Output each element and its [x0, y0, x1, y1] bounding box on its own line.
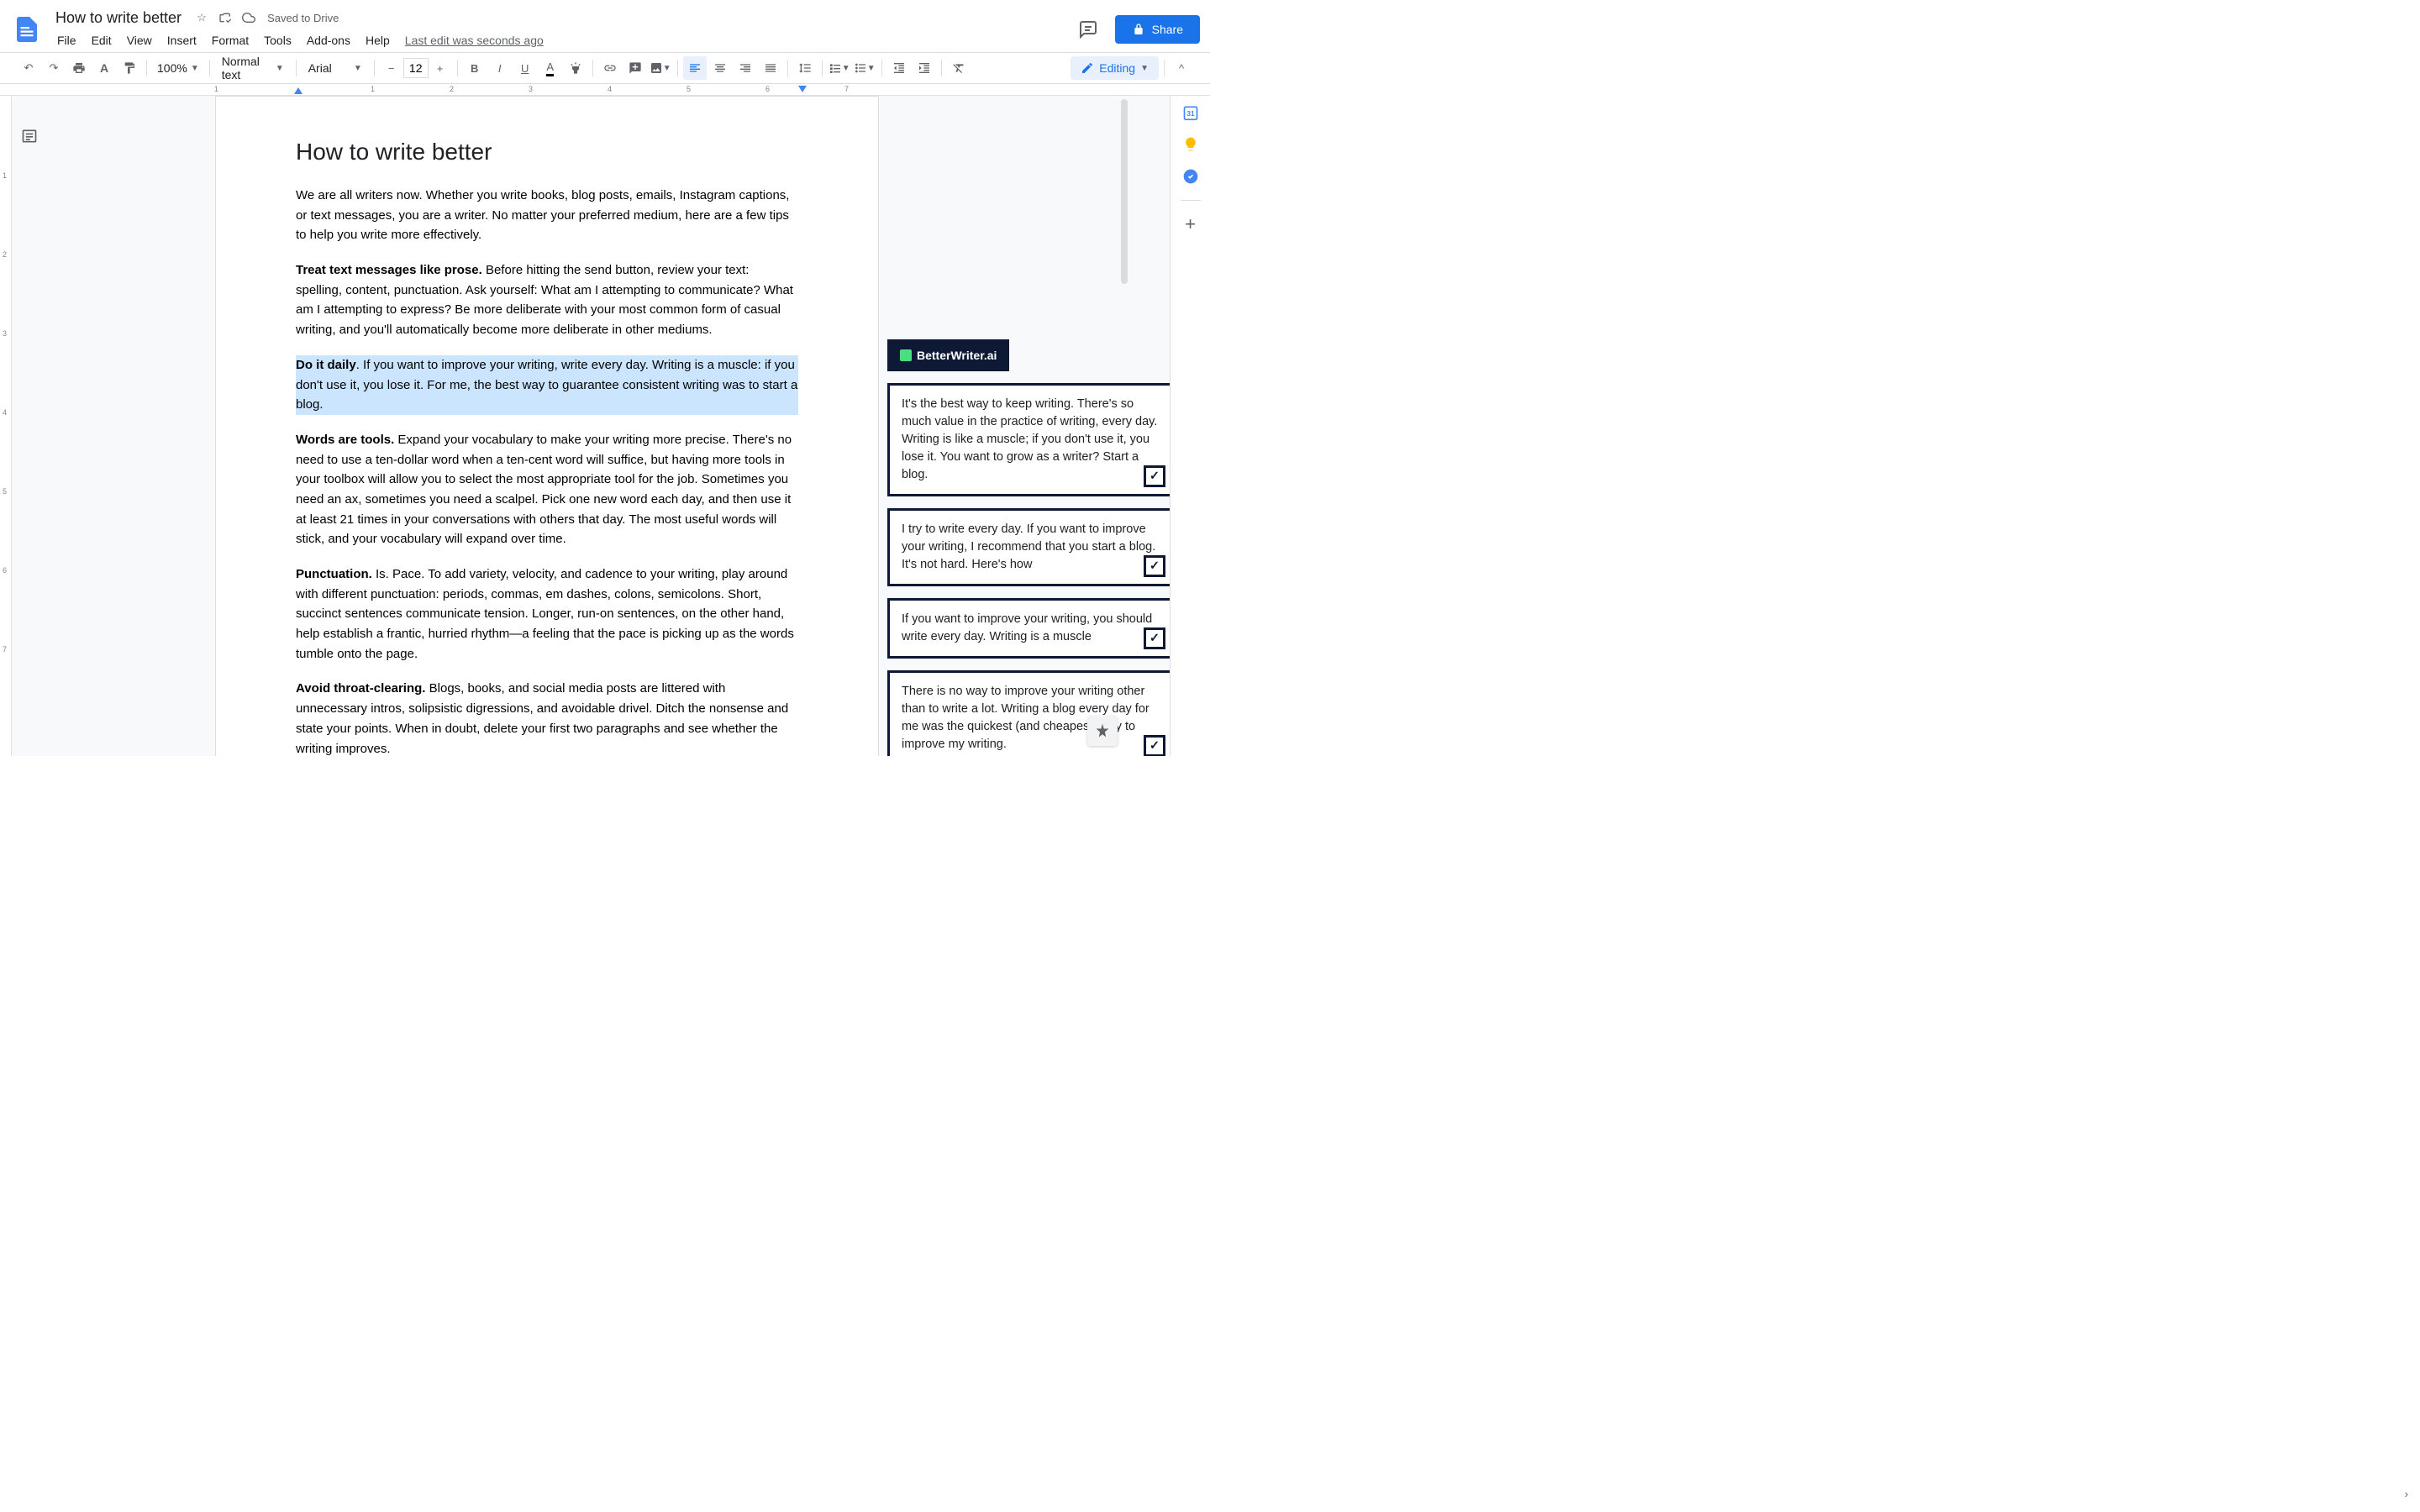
insert-image-button[interactable]: ▼ [649, 56, 672, 80]
align-left-button[interactable] [683, 56, 707, 80]
menu-insert[interactable]: Insert [160, 30, 203, 50]
align-justify-button[interactable] [759, 56, 782, 80]
link-button[interactable] [598, 56, 622, 80]
collapse-toolbar-button[interactable]: ^ [1170, 56, 1193, 80]
document-canvas[interactable]: How to write better We are all writers n… [47, 96, 1170, 756]
print-button[interactable] [67, 56, 91, 80]
add-comment-button[interactable] [623, 56, 647, 80]
zoom-select[interactable]: 100%▼ [152, 61, 204, 75]
doc-paragraph[interactable]: Punctuation. Is. Pace. To add variety, v… [296, 564, 798, 664]
chevron-down-icon: ▼ [663, 64, 671, 73]
paint-format-button[interactable] [118, 56, 141, 80]
doc-paragraph[interactable]: Treat text messages like prose. Before h… [296, 260, 798, 340]
chevron-down-icon: ▼ [276, 64, 284, 73]
font-size-input[interactable] [403, 58, 429, 78]
undo-button[interactable]: ↶ [17, 56, 40, 80]
italic-button[interactable]: I [488, 56, 512, 80]
chevron-down-icon: ▼ [354, 64, 362, 73]
align-center-button[interactable] [708, 56, 732, 80]
menu-file[interactable]: File [50, 30, 83, 50]
doc-paragraph[interactable]: Avoid throat-clearing. Blogs, books, and… [296, 679, 798, 756]
menu-view[interactable]: View [120, 30, 159, 50]
share-button[interactable]: Share [1115, 15, 1200, 44]
svg-text:31: 31 [1186, 109, 1195, 118]
tasks-addon-icon[interactable] [1182, 168, 1199, 185]
menu-format[interactable]: Format [205, 30, 255, 50]
spellcheck-button[interactable]: A [92, 56, 116, 80]
chevron-down-icon: ▼ [191, 64, 199, 73]
doc-heading[interactable]: How to write better [296, 139, 798, 165]
document-title[interactable]: How to write better [50, 8, 187, 29]
increase-indent-button[interactable] [913, 56, 936, 80]
font-select[interactable]: Arial▼ [302, 61, 369, 75]
calendar-addon-icon[interactable]: 31 [1182, 104, 1199, 121]
text-color-button[interactable]: A [539, 56, 562, 80]
clear-formatting-button[interactable] [947, 56, 971, 80]
vertical-ruler[interactable]: 1 2 3 4 5 6 7 [0, 96, 12, 756]
paragraph-style-select[interactable]: Normal text▼ [215, 55, 291, 81]
header-bar: How to write better ☆ Saved to Drive Fil… [0, 0, 1210, 52]
accept-suggestion-button[interactable]: ✓ [1144, 627, 1165, 649]
get-addons-button[interactable]: + [1182, 216, 1199, 233]
horizontal-ruler[interactable]: 1 1 2 3 4 5 6 7 [0, 84, 1210, 96]
doc-paragraph[interactable]: Words are tools. Expand your vocabulary … [296, 430, 798, 549]
bold-button[interactable]: B [463, 56, 487, 80]
last-edit-link[interactable]: Last edit was seconds ago [405, 34, 544, 47]
scrollbar-thumb[interactable] [1121, 99, 1128, 284]
checklist-button[interactable]: ▼ [828, 56, 851, 80]
decrease-font-button[interactable]: − [380, 56, 403, 80]
page[interactable]: How to write better We are all writers n… [215, 96, 879, 756]
decrease-indent-button[interactable] [887, 56, 911, 80]
move-icon[interactable] [217, 9, 234, 26]
accept-suggestion-button[interactable]: ✓ [1144, 465, 1165, 487]
menu-help[interactable]: Help [359, 30, 397, 50]
menu-edit[interactable]: Edit [85, 30, 118, 50]
explore-button[interactable] [1087, 716, 1118, 746]
pencil-icon [1081, 61, 1094, 75]
menu-tools[interactable]: Tools [257, 30, 298, 50]
doc-paragraph[interactable]: We are all writers now. Whether you writ… [296, 186, 798, 245]
star-icon[interactable]: ☆ [193, 9, 210, 26]
cloud-icon[interactable] [240, 9, 257, 26]
underline-button[interactable]: U [513, 56, 537, 80]
accept-suggestion-button[interactable]: ✓ [1144, 735, 1165, 756]
accept-suggestion-button[interactable]: ✓ [1144, 555, 1165, 577]
toolbar: ↶ ↷ A 100%▼ Normal text▼ Arial▼ − + B I … [0, 52, 1210, 84]
lock-icon [1132, 23, 1145, 36]
hide-side-panel-button[interactable]: › [2405, 1488, 2408, 1500]
keep-addon-icon[interactable] [1182, 136, 1199, 153]
menu-bar: File Edit View Insert Format Tools Add-o… [50, 29, 1071, 52]
align-right-button[interactable] [734, 56, 757, 80]
doc-paragraph-selected[interactable]: Do it daily. If you want to improve your… [296, 355, 798, 415]
brand-logo-icon [900, 349, 912, 361]
menu-addons[interactable]: Add-ons [300, 30, 357, 50]
outline-toggle-button[interactable] [18, 124, 41, 148]
redo-button[interactable]: ↷ [42, 56, 66, 80]
share-label: Share [1152, 23, 1183, 36]
docs-logo[interactable] [10, 7, 44, 52]
increase-font-button[interactable]: + [429, 56, 452, 80]
line-spacing-button[interactable] [793, 56, 817, 80]
bullets-button[interactable]: ▼ [853, 56, 876, 80]
comments-button[interactable] [1071, 13, 1105, 46]
side-panel: 31 + › [1170, 96, 1210, 756]
saved-status: Saved to Drive [267, 12, 339, 24]
header-center: How to write better ☆ Saved to Drive Fil… [50, 7, 1071, 52]
suggestion-brand[interactable]: BetterWriter.ai [887, 339, 1009, 371]
highlight-button[interactable] [564, 56, 587, 80]
chevron-down-icon: ▼ [1140, 64, 1149, 73]
editing-mode-button[interactable]: Editing ▼ [1071, 56, 1159, 80]
